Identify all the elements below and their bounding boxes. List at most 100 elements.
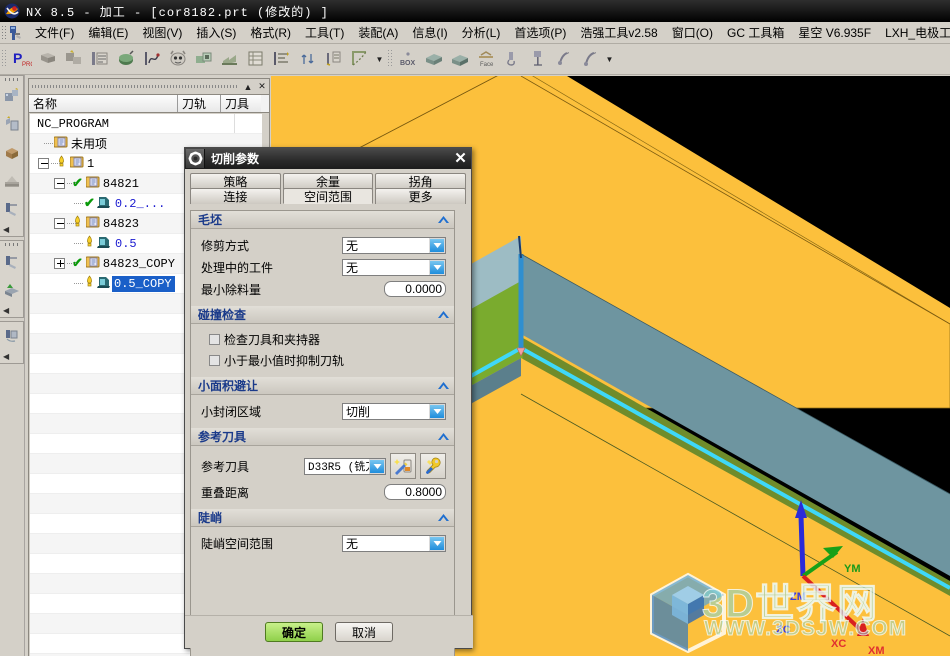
- edit-tool-wrench-icon[interactable]: [420, 453, 446, 479]
- steep-containment-combo[interactable]: 无: [342, 534, 446, 552]
- table-row[interactable]: NC_PROGRAM: [30, 114, 262, 134]
- simulate-icon[interactable]: [191, 46, 217, 72]
- drill-icon[interactable]: [525, 46, 551, 72]
- reuse-library-icon[interactable]: [0, 139, 24, 167]
- create-program-icon[interactable]: P PRO: [9, 46, 35, 72]
- menu-item-edit[interactable]: 编辑(E): [81, 22, 135, 43]
- column-header-name[interactable]: 名称: [29, 95, 178, 112]
- check-tool-holder-checkbox[interactable]: [209, 334, 220, 345]
- menu-item-format[interactable]: 格式(R): [243, 22, 298, 43]
- resource-group-3-collapse-left-icon[interactable]: ◀: [0, 350, 23, 362]
- panel-close-icon[interactable]: ✕: [255, 80, 269, 94]
- list-toolpath-icon[interactable]: [243, 46, 269, 72]
- menu-item-window[interactable]: 窗口(O): [665, 22, 720, 43]
- checkbox-row-check-tool-holder[interactable]: 检查刀具和夹持器: [191, 329, 454, 350]
- planar-mill-icon[interactable]: [499, 46, 525, 72]
- machine-tool-view-icon[interactable]: [113, 46, 139, 72]
- resource-group-1-collapse-left-icon[interactable]: ◀: [0, 223, 23, 235]
- boundary-icon[interactable]: [347, 46, 373, 72]
- menu-item-information[interactable]: 信息(I): [405, 22, 454, 43]
- menu-item-file[interactable]: 文件(F): [28, 22, 81, 43]
- chevron-up-icon[interactable]: [434, 428, 452, 445]
- menu-item-tools[interactable]: 工具(T): [298, 22, 351, 43]
- chevron-up-icon[interactable]: [434, 509, 452, 526]
- chevron-down-icon[interactable]: [429, 403, 445, 419]
- toolbar-overflow-1-chevron-down-icon[interactable]: ▼: [373, 46, 386, 72]
- machining-feature-icon[interactable]: [0, 248, 24, 276]
- postprocess-icon[interactable]: [217, 46, 243, 72]
- toolbar-overflow-2-chevron-down-icon[interactable]: ▼: [603, 46, 616, 72]
- chevron-up-icon[interactable]: [434, 306, 452, 323]
- process-studio-icon[interactable]: [0, 276, 24, 304]
- tab-corner[interactable]: 拐角: [375, 173, 467, 189]
- section-header-steep[interactable]: 陡峭: [191, 509, 454, 527]
- reference-tool-combo[interactable]: D33R5 (铣刀: [304, 457, 386, 475]
- assembly-navigator-icon[interactable]: [0, 83, 24, 111]
- new-tool-icon[interactable]: [390, 453, 416, 479]
- menu-item-lxh[interactable]: LXH_电极工: [878, 22, 950, 43]
- panel-drag-grip[interactable]: [32, 85, 237, 88]
- ok-button[interactable]: 确定: [264, 622, 323, 642]
- toolbar-drag-grip-1[interactable]: [0, 47, 9, 71]
- resource-group-2-collapse-left-icon[interactable]: ◀: [0, 304, 23, 316]
- tab-containment[interactable]: 空间范围: [282, 188, 374, 204]
- suppress-below-min-checkbox[interactable]: [209, 355, 220, 366]
- close-icon[interactable]: ✕: [452, 150, 469, 167]
- tree-expander-minus[interactable]: [38, 158, 49, 169]
- contour-area-icon[interactable]: [551, 46, 577, 72]
- flowcut-icon[interactable]: [577, 46, 603, 72]
- menu-item-gc-toolbox[interactable]: GC 工具箱: [720, 22, 791, 43]
- part-navigator-icon[interactable]: [0, 111, 24, 139]
- hd3d-tools-icon[interactable]: [0, 167, 24, 195]
- chevron-down-icon[interactable]: [429, 535, 445, 551]
- resource-group-2-grip[interactable]: [0, 241, 23, 248]
- create-method-icon[interactable]: [61, 46, 87, 72]
- copy-toolpath-icon[interactable]: [295, 46, 321, 72]
- transform-icon[interactable]: [269, 46, 295, 72]
- generate-toolpath-icon[interactable]: [139, 46, 165, 72]
- resource-group-1-grip[interactable]: [0, 76, 23, 83]
- roles-icon[interactable]: [0, 322, 24, 350]
- cavity-mill-icon[interactable]: [421, 46, 447, 72]
- small-closed-area-combo[interactable]: 切削: [342, 402, 446, 420]
- verify-toolpath-icon[interactable]: [165, 46, 191, 72]
- section-header-small-area-avoidance[interactable]: 小面积避让: [191, 377, 454, 395]
- cancel-button[interactable]: 取消: [335, 622, 394, 642]
- chevron-down-icon[interactable]: [369, 458, 385, 474]
- chevron-up-icon[interactable]: [434, 211, 452, 228]
- workpiece-box-icon[interactable]: BOX: [395, 46, 421, 72]
- face-mill-icon[interactable]: Face: [473, 46, 499, 72]
- tree-expander-minus[interactable]: [54, 178, 65, 189]
- tab-strategy[interactable]: 策略: [190, 173, 281, 189]
- chevron-down-icon[interactable]: [429, 259, 445, 275]
- section-header-reference-tool[interactable]: 参考刀具: [191, 428, 454, 446]
- create-operation-icon[interactable]: [87, 46, 113, 72]
- menu-drag-grip[interactable]: [0, 24, 8, 42]
- chevron-up-icon[interactable]: [434, 377, 452, 394]
- tab-more[interactable]: 更多: [375, 188, 467, 204]
- menu-item-view[interactable]: 视图(V): [135, 22, 189, 43]
- create-geometry-icon[interactable]: [35, 46, 61, 72]
- in-process-workpiece-combo[interactable]: 无: [342, 258, 446, 276]
- min-removal-input[interactable]: 0.0000: [384, 281, 446, 297]
- tab-connections[interactable]: 连接: [190, 188, 281, 204]
- tree-expander-plus[interactable]: [54, 258, 65, 269]
- chevron-down-icon[interactable]: [429, 237, 445, 253]
- toolbar-drag-grip-2[interactable]: [386, 47, 395, 71]
- menu-item-analysis[interactable]: 分析(L): [455, 22, 508, 43]
- column-header-toolpath[interactable]: 刀轨: [178, 95, 221, 112]
- operation-navigator-icon[interactable]: [0, 195, 24, 223]
- parameters-scroll-area[interactable]: 毛坯 修剪方式 无 处理中的工件 无 最小除料量 0.0000 碰撞检查 检查刀…: [190, 210, 455, 656]
- checkbox-row-suppress-below-min[interactable]: 小于最小值时抑制刀轨: [191, 350, 454, 371]
- menu-item-insert[interactable]: 插入(S): [189, 22, 243, 43]
- trim-mode-combo[interactable]: 无: [342, 236, 446, 254]
- column-header-tool[interactable]: 刀具: [221, 95, 261, 112]
- tool-path-divide-icon[interactable]: [321, 46, 347, 72]
- panel-collapse-up-icon[interactable]: ▲: [241, 80, 255, 94]
- section-header-collision-check[interactable]: 碰撞检查: [191, 306, 454, 324]
- tree-expander-minus[interactable]: [54, 218, 65, 229]
- menu-item-assemblies[interactable]: 装配(A): [351, 22, 405, 43]
- menu-item-haoqiang[interactable]: 浩强工具v2.58: [573, 22, 664, 43]
- menu-item-xingkong[interactable]: 星空 V6.935F: [791, 22, 878, 43]
- overlap-distance-input[interactable]: 0.8000: [384, 484, 446, 500]
